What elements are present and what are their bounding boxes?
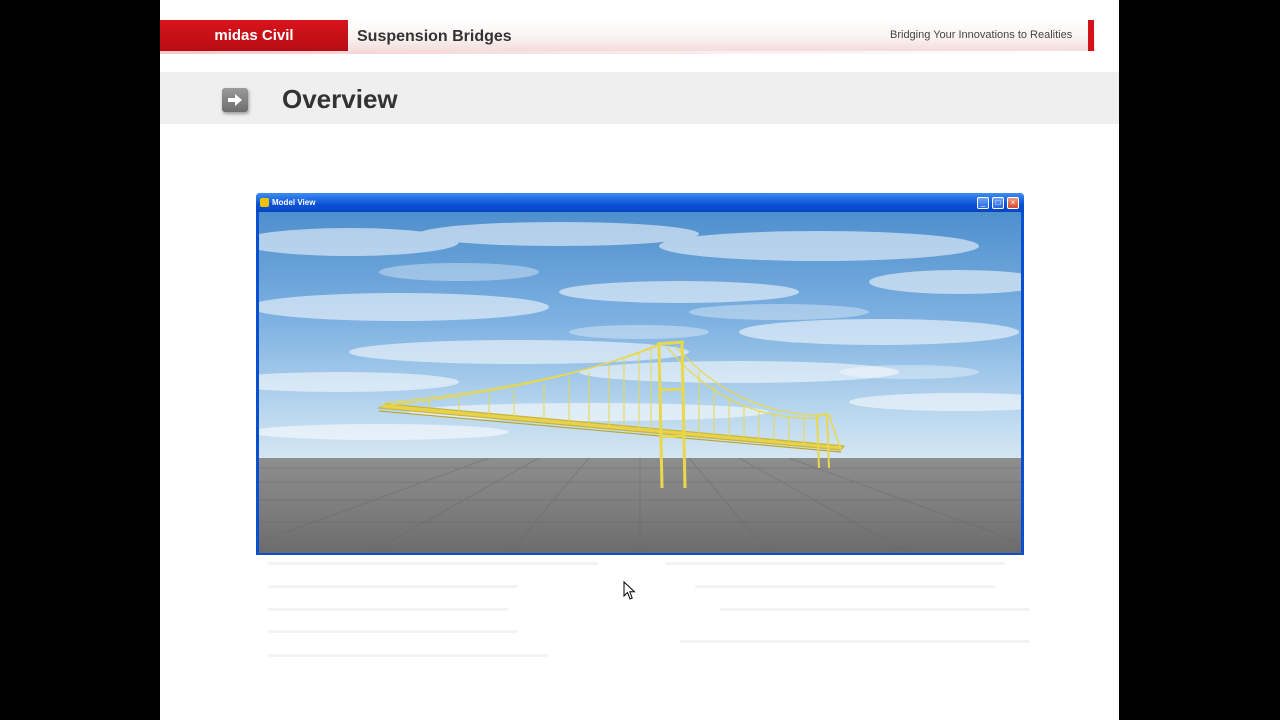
maximize-button[interactable]: □ — [992, 197, 1004, 209]
bridge-model — [376, 340, 846, 489]
ghost-text-line — [720, 608, 1030, 611]
section-title: Overview — [282, 84, 398, 114]
ghost-text-line — [680, 640, 1030, 643]
ghost-text-line — [268, 608, 508, 611]
header-underline — [160, 51, 1095, 54]
ghost-text-line — [665, 562, 1005, 565]
header-accent-bar — [1088, 20, 1094, 51]
ghost-text-line — [268, 654, 548, 657]
mouse-cursor-icon — [623, 580, 637, 606]
model-view-window[interactable]: Model View _ □ × — [256, 193, 1024, 555]
tagline: Bridging Your Innovations to Realities — [890, 29, 1073, 41]
ghost-text-line — [268, 630, 518, 633]
ghost-text-line — [268, 562, 598, 565]
close-button[interactable]: × — [1007, 197, 1019, 209]
arrow-right-icon — [222, 88, 248, 112]
minimize-button[interactable]: _ — [977, 197, 989, 209]
slide: midas Civil Suspension Bridges Bridging … — [160, 0, 1119, 720]
window-titlebar[interactable]: Model View _ □ × — [256, 193, 1024, 212]
brand-label: midas Civil — [160, 20, 348, 51]
deck-title: Suspension Bridges — [357, 28, 512, 45]
ghost-text-line — [695, 585, 995, 588]
3d-viewport[interactable] — [259, 212, 1021, 553]
ghost-text-line — [268, 585, 518, 588]
window-title: Model View — [272, 198, 316, 207]
app-icon — [260, 198, 269, 207]
